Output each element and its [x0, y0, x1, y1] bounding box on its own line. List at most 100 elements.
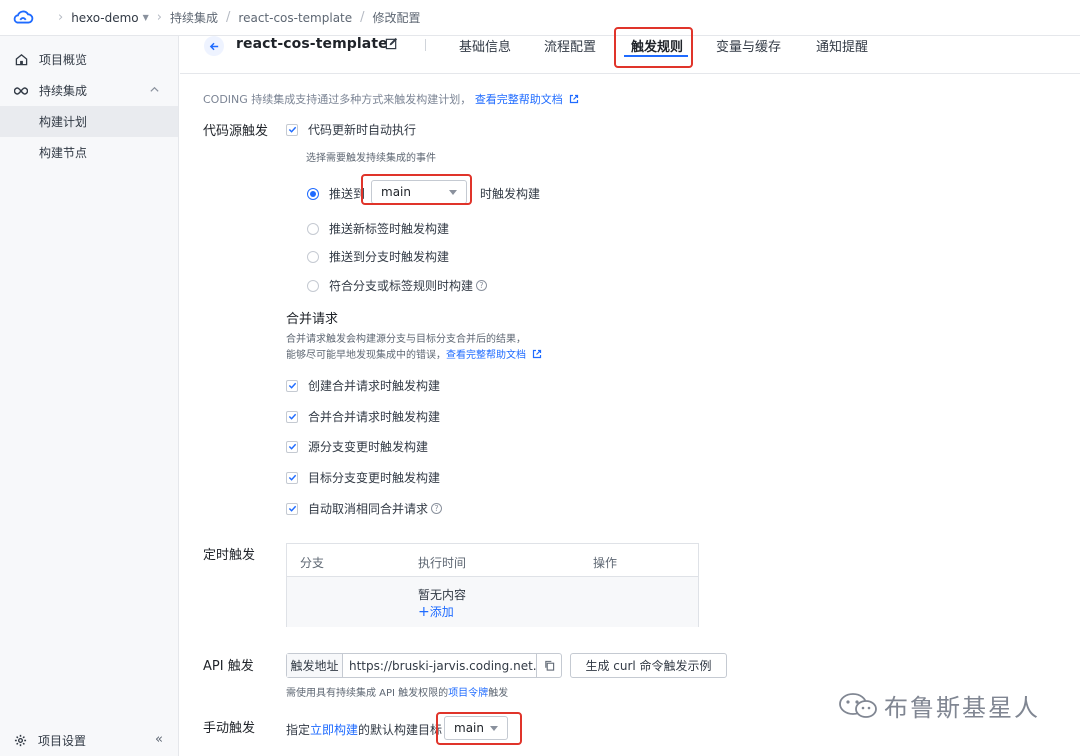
home-icon	[14, 53, 28, 67]
code-trigger-label: 代码源触发	[203, 124, 269, 139]
radio-unselected[interactable]	[307, 222, 319, 235]
collapse-sidebar-icon[interactable]: «	[155, 732, 163, 747]
api-note-text: 需使用具有持续集成 API 触发权限的	[286, 688, 449, 699]
radio-push-branch[interactable]: 推送到分支时触发构建	[307, 248, 449, 265]
radio-unselected[interactable]	[307, 250, 319, 263]
highlight-trigger-rules-tab	[614, 27, 693, 68]
project-token-link[interactable]: 项目令牌	[448, 688, 488, 699]
generate-curl-button[interactable]: 生成 curl 命令触发示例	[570, 653, 727, 678]
cb-source-change[interactable]: 源分支变更时触发构建	[286, 438, 428, 455]
checkbox-checked[interactable]	[286, 440, 298, 453]
manual-suffix: 的默认构建目标	[358, 723, 443, 737]
edit-icon[interactable]	[385, 37, 398, 50]
external-link-icon[interactable]	[569, 94, 579, 104]
check-icon	[288, 413, 296, 420]
breadcrumb-separator: /	[360, 10, 365, 25]
sidebar-item-build-plans[interactable]: 构建计划	[0, 106, 178, 137]
api-note-suffix: 触发	[488, 688, 509, 699]
add-schedule-link[interactable]: +添加	[418, 603, 454, 620]
breadcrumb-repo[interactable]: react-cos-template	[238, 11, 352, 25]
check-icon	[288, 443, 296, 450]
check-icon	[288, 382, 296, 389]
cb-create-mr[interactable]: 创建合并请求时触发构建	[286, 377, 440, 394]
radio-push-to-branch[interactable]: 推送到	[307, 185, 365, 202]
auto-run-checkbox[interactable]: 代码更新时自动执行	[286, 121, 416, 138]
caret-down-icon[interactable]: ▼	[143, 13, 149, 22]
table-header: 分支 执行时间 操作	[287, 544, 698, 577]
checkbox-checked[interactable]	[286, 410, 298, 423]
sidebar-item-label: 构建节点	[39, 146, 88, 160]
breadcrumb: › hexo-demo ▼ › 持续集成 / react-cos-templat…	[50, 9, 421, 26]
sidebar-item-label: 项目概览	[39, 53, 88, 67]
sidebar-item-label: 项目设置	[38, 733, 87, 748]
checkbox-checked[interactable]	[286, 502, 298, 515]
help-icon[interactable]: ?	[431, 503, 443, 514]
radio-label: 推送到	[329, 187, 366, 201]
coding-logo-icon[interactable]	[12, 7, 34, 29]
highlight-manual-branch	[436, 712, 522, 745]
checkbox-checked[interactable]	[286, 123, 298, 136]
checkbox-checked[interactable]	[286, 379, 298, 392]
arrow-left-icon	[209, 42, 218, 50]
watermark-text: 布鲁斯基星人	[884, 694, 1040, 722]
tab-variables-cache[interactable]: 变量与缓存	[716, 36, 781, 55]
help-doc-link[interactable]: 查看完整帮助文档	[475, 93, 563, 106]
watermark: 布鲁斯基星人	[838, 688, 1040, 723]
highlight-branch-select	[361, 174, 472, 205]
back-button[interactable]	[204, 36, 224, 56]
radio-selected[interactable]	[307, 187, 319, 200]
gear-icon	[14, 734, 27, 747]
manual-trigger-label: 手动触发	[203, 721, 256, 736]
cb-auto-cancel[interactable]: 自动取消相同合并请求 ?	[286, 500, 443, 517]
cb-target-change[interactable]: 目标分支变更时触发构建	[286, 469, 440, 486]
tab-basic-info[interactable]: 基础信息	[459, 36, 511, 55]
checkbox-label: 代码更新时自动执行	[308, 123, 417, 137]
sidebar-item-overview[interactable]: 项目概览	[0, 44, 178, 75]
empty-text: 暂无内容	[418, 588, 467, 602]
api-url-field: 触发地址 https://bruski-jarvis.coding.net...	[286, 653, 562, 678]
table-body: 暂无内容 +添加	[287, 577, 698, 627]
sidebar-item-project-settings[interactable]: 项目设置 «	[0, 724, 179, 756]
external-link-icon[interactable]	[532, 349, 542, 359]
radio-label: 推送新标签时触发构建	[329, 222, 450, 236]
chevron-right-icon: ›	[156, 10, 162, 25]
radio-push-tag[interactable]: 推送新标签时触发构建	[307, 220, 449, 237]
radio-label: 符合分支或标签规则时构建	[329, 279, 474, 293]
merge-desc-1: 合并请求触发会构建源分支与目标分支合并后的结果，	[286, 334, 526, 345]
merge-desc-text: 能够尽可能早地发现集成中的错误，	[286, 350, 446, 361]
tab-pipeline-config[interactable]: 流程配置	[544, 36, 596, 55]
copy-button[interactable]	[536, 654, 561, 677]
chevron-up-icon[interactable]	[149, 84, 160, 95]
merge-desc-2: 能够尽可能早地发现集成中的错误，查看完整帮助文档	[286, 348, 542, 364]
checkbox-checked[interactable]	[286, 471, 298, 484]
help-icon[interactable]: ?	[476, 280, 488, 291]
radio-match-rule[interactable]: 符合分支或标签规则时构建 ?	[307, 277, 488, 294]
event-hint: 选择需要触发持续集成的事件	[306, 153, 436, 164]
infinity-icon	[14, 84, 28, 98]
breadcrumb-ci[interactable]: 持续集成	[170, 9, 218, 26]
wechat-icon	[839, 692, 877, 718]
schedule-label: 定时触发	[203, 548, 256, 563]
api-url-input[interactable]: https://bruski-jarvis.coding.net...	[343, 654, 536, 677]
breadcrumb-project[interactable]: hexo-demo	[71, 11, 138, 25]
sidebar-item-build-nodes[interactable]: 构建节点	[0, 137, 178, 168]
check-icon	[288, 126, 296, 133]
merge-request-title: 合并请求	[286, 312, 339, 327]
checkbox-label: 合并合并请求时触发构建	[308, 410, 441, 424]
column-time: 执行时间	[418, 556, 467, 570]
sidebar-item-label: 持续集成	[39, 84, 88, 98]
build-now-link[interactable]: 立即构建	[310, 723, 358, 737]
merge-help-link[interactable]: 查看完整帮助文档	[446, 350, 526, 361]
api-trigger-label: API 触发	[203, 659, 254, 674]
api-url-addon: 触发地址	[287, 654, 343, 677]
tab-notifications[interactable]: 通知提醒	[816, 36, 868, 55]
breadcrumb-separator: /	[226, 10, 231, 25]
add-label: 添加	[429, 605, 454, 619]
sidebar: 项目概览 持续集成 构建计划 构建节点 项目设置 «	[0, 36, 179, 756]
main-content: react-cos-template 基础信息 流程配置 触发规则 变量与缓存 …	[180, 27, 1080, 756]
radio-unselected[interactable]	[307, 279, 319, 292]
manual-prefix: 指定	[286, 723, 311, 737]
breadcrumb-page: 修改配置	[372, 11, 421, 25]
cb-merge-mr[interactable]: 合并合并请求时触发构建	[286, 408, 440, 425]
sidebar-item-ci[interactable]: 持续集成	[0, 75, 178, 106]
